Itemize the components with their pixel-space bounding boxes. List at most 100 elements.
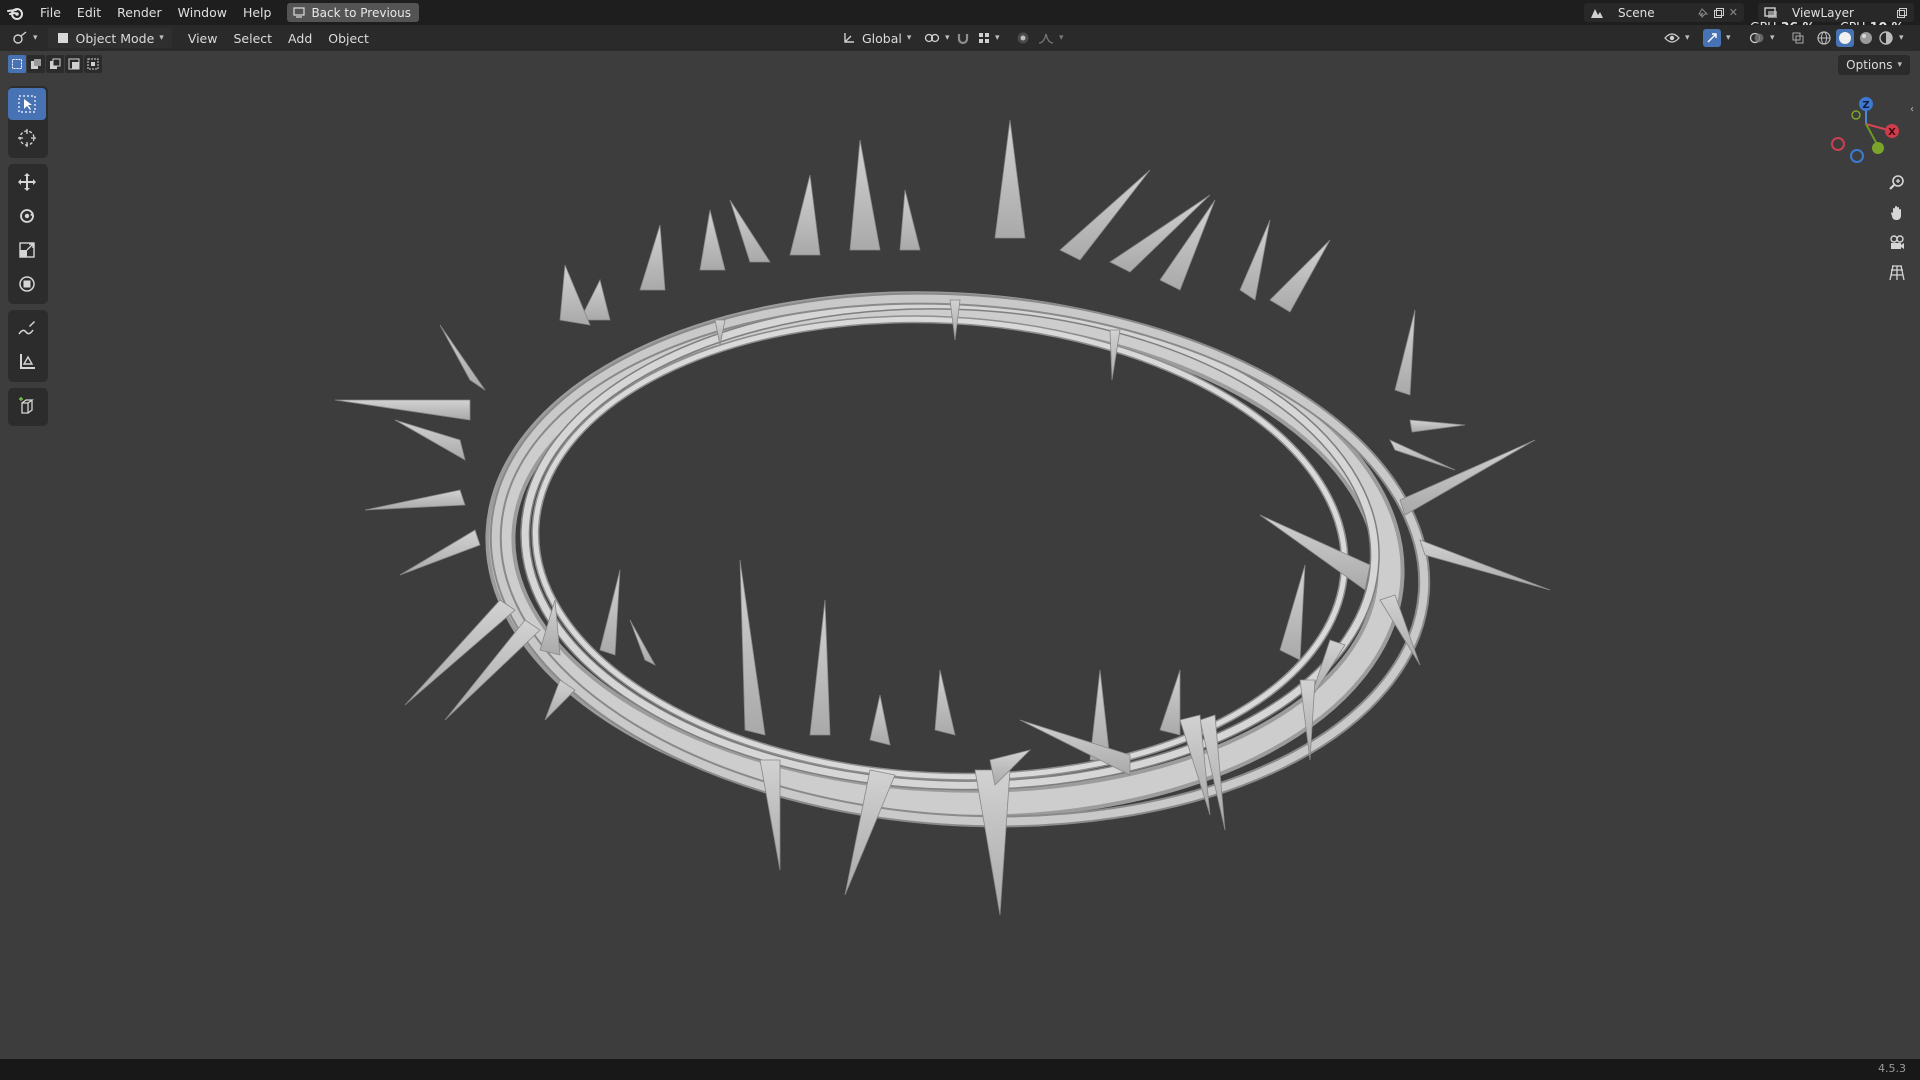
magnet-icon [957,34,969,45]
overlays-icon [1749,32,1764,44]
camera-view-button[interactable] [1884,230,1910,256]
shading-material[interactable] [1856,28,1876,48]
navigation-gizmo[interactable]: Z X [1826,90,1906,170]
rotate-icon [20,209,34,223]
gizmo-neg-y[interactable] [1851,110,1861,120]
perspective-toggle-button[interactable] [1884,260,1910,286]
menu-render[interactable]: Render [109,0,170,25]
chevron-down-icon: ▾ [1899,33,1904,43]
sidebar-toggle-icon[interactable]: ‹ [1910,104,1914,115]
header-menu-add[interactable]: Add [280,28,320,48]
falloff-icon [1038,33,1054,44]
menu-window[interactable]: Window [170,0,235,25]
transform-icon [19,276,35,292]
shading-solid[interactable] [1834,28,1856,48]
pan-button[interactable] [1884,200,1910,226]
new-scene-icon[interactable] [1713,7,1725,19]
move-tool[interactable] [8,166,46,198]
gizmo-toggle[interactable]: ▾ [1700,28,1734,48]
orientation-label: Global [862,30,902,46]
transform-tool[interactable] [8,268,46,300]
pin-icon[interactable] [1697,7,1709,19]
add-cube-tool[interactable] [8,390,46,422]
rotate-tool[interactable] [8,200,46,232]
snap-target-selector[interactable]: ▾ [974,28,1004,48]
shading-wireframe[interactable] [1814,28,1834,48]
chevron-down-icon: ▾ [945,33,950,43]
3d-viewport[interactable]: Z X ‹ [0,51,1920,1059]
falloff-selector[interactable]: ▾ [1034,28,1068,48]
cursor-tool[interactable] [8,122,46,154]
select-box-tool[interactable] [8,88,46,120]
scale-icon [19,242,35,258]
solid-shading-icon [1836,29,1854,47]
transform-orientation-selector[interactable]: Global ▾ [834,28,919,48]
view-layer-name: ViewLayer [1792,5,1854,20]
chevron-down-icon: ▾ [1726,33,1731,43]
annotate-tool[interactable] [8,312,46,344]
grid-icon [1889,265,1905,281]
viewport-header: ▾ Object Mode ▾ View Select Add Object G… [0,25,1920,51]
camera-icon [1890,235,1904,249]
crown-of-thorns-mesh [334,119,1551,916]
chevron-down-icon: ▾ [995,33,1000,43]
overlays-toggle[interactable]: ▾ [1746,28,1778,48]
select-invert-icon[interactable] [65,55,83,73]
rendered-shading-icon [1879,31,1893,45]
view-layer-icon [1758,6,1784,20]
menu-file[interactable]: File [32,0,69,25]
select-extend-icon[interactable] [27,55,45,73]
mode-label: Object Mode [75,30,155,46]
mode-selector[interactable]: Object Mode ▾ [47,28,172,48]
hand-icon [1891,206,1901,220]
back-to-previous-button[interactable]: Back to Previous [287,3,419,22]
scale-tool[interactable] [8,234,46,266]
snap-grid-icon [979,33,989,43]
header-menu-view[interactable]: View [180,28,226,48]
gizmo-neg-x[interactable] [1831,137,1845,151]
gizmo-icon [1703,29,1721,47]
menu-edit[interactable]: Edit [69,0,109,25]
editor-type-selector[interactable]: ▾ [0,28,44,48]
new-view-layer-icon[interactable] [1896,7,1908,19]
measure-icon [20,354,35,369]
add-cube-icon [19,397,34,414]
top-menu-bar: File Edit Render Window Help Back to Pre… [0,0,1920,25]
scene-icon [1584,6,1610,20]
chevron-down-icon: ▾ [33,33,38,43]
back-icon [293,7,306,18]
options-label: Options [1846,58,1893,72]
cursor-icon [18,129,36,147]
orientation-icon [844,33,854,43]
proportional-editing-icon [1017,32,1029,44]
version-label: 4.5.3 [1878,1062,1906,1075]
select-subtract-icon[interactable] [46,55,64,73]
pivot-icon [924,33,940,43]
chevron-down-icon: ▾ [906,33,912,43]
header-menu-object[interactable]: Object [320,28,377,48]
chevron-down-icon: ▾ [1897,60,1902,70]
proportional-editing-toggle[interactable] [1012,28,1034,48]
annotate-icon [18,321,35,335]
select-box-icon [18,95,36,113]
select-new-icon[interactable] [8,55,26,73]
header-menu-select[interactable]: Select [225,28,280,48]
snap-toggle[interactable] [952,28,974,48]
blender-logo-icon[interactable] [0,0,32,25]
status-bar: 4.5.3 [0,1059,1920,1080]
options-dropdown[interactable]: Options ▾ [1838,55,1910,75]
scene-name: Scene [1618,5,1655,20]
xray-toggle[interactable] [1788,28,1808,48]
shading-rendered[interactable]: ▾ [1876,28,1906,48]
gizmo-y-axis[interactable] [1872,142,1884,154]
measure-tool[interactable] [8,346,46,378]
remove-scene-icon[interactable]: ✕ [1729,6,1738,19]
zoom-button[interactable] [1884,170,1910,196]
chevron-down-icon: ▾ [1770,33,1775,43]
chevron-down-icon: ▾ [1685,33,1690,43]
scene-selector[interactable]: Scene ✕ [1584,3,1744,22]
menu-help[interactable]: Help [235,0,280,25]
gizmo-neg-z[interactable] [1850,149,1864,163]
select-intersect-icon[interactable] [84,55,102,73]
visibility-selector[interactable]: ▾ [1660,28,1694,48]
